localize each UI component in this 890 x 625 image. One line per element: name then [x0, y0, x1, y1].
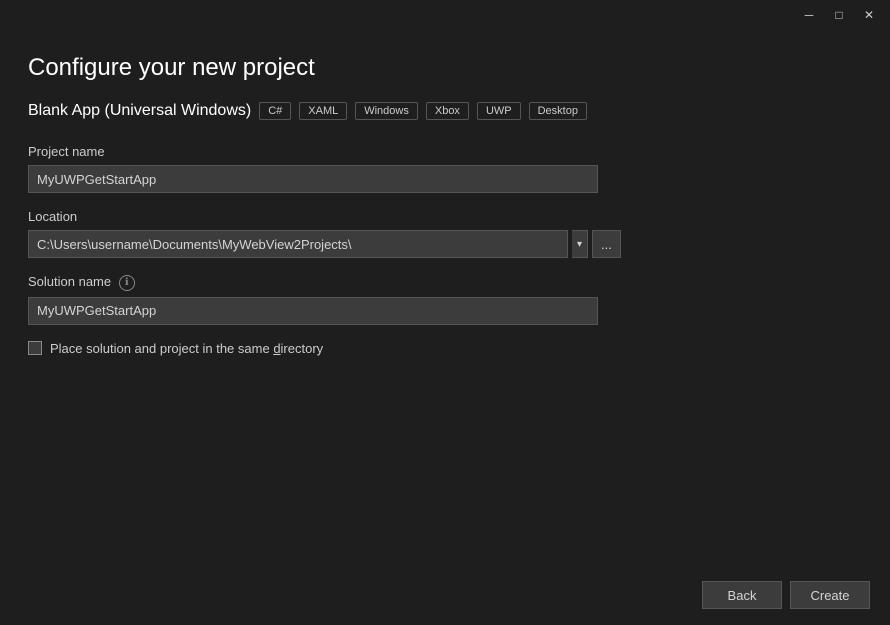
title-bar: ─ □ ✕ [0, 0, 890, 30]
browse-button[interactable]: ... [592, 230, 621, 258]
tag-desktop: Desktop [529, 102, 587, 120]
page-title: Configure your new project [28, 54, 862, 82]
location-input[interactable] [28, 230, 568, 258]
tag-xaml: XAML [299, 102, 347, 120]
main-content: Configure your new project Blank App (Un… [0, 30, 890, 380]
location-dropdown-button[interactable]: ▾ [572, 230, 588, 258]
location-row: ▾ ... [28, 230, 862, 258]
back-button[interactable]: Back [702, 581, 782, 609]
location-label: Location [28, 209, 862, 224]
solution-name-group: Solution name ℹ [28, 274, 862, 325]
same-directory-checkbox[interactable] [28, 341, 42, 355]
close-button[interactable]: ✕ [856, 5, 882, 25]
footer: Back Create [0, 565, 890, 625]
tag-xbox: Xbox [426, 102, 469, 120]
project-subtitle-row: Blank App (Universal Windows) C# XAML Wi… [28, 102, 862, 120]
project-name-input[interactable] [28, 165, 598, 193]
tag-csharp: C# [259, 102, 291, 120]
solution-name-info-icon[interactable]: ℹ [119, 275, 135, 291]
solution-name-input[interactable] [28, 297, 598, 325]
location-group: Location ▾ ... [28, 209, 862, 258]
project-name-group: Project name [28, 144, 862, 193]
solution-name-label: Solution name ℹ [28, 274, 862, 291]
tag-windows: Windows [355, 102, 418, 120]
same-directory-label[interactable]: Place solution and project in the same d… [50, 341, 323, 356]
same-directory-row: Place solution and project in the same d… [28, 341, 862, 356]
tag-uwp: UWP [477, 102, 521, 120]
project-name-label: Project name [28, 144, 862, 159]
project-template-name: Blank App (Universal Windows) [28, 102, 251, 120]
create-button[interactable]: Create [790, 581, 870, 609]
maximize-button[interactable]: □ [826, 5, 852, 25]
minimize-button[interactable]: ─ [796, 5, 822, 25]
